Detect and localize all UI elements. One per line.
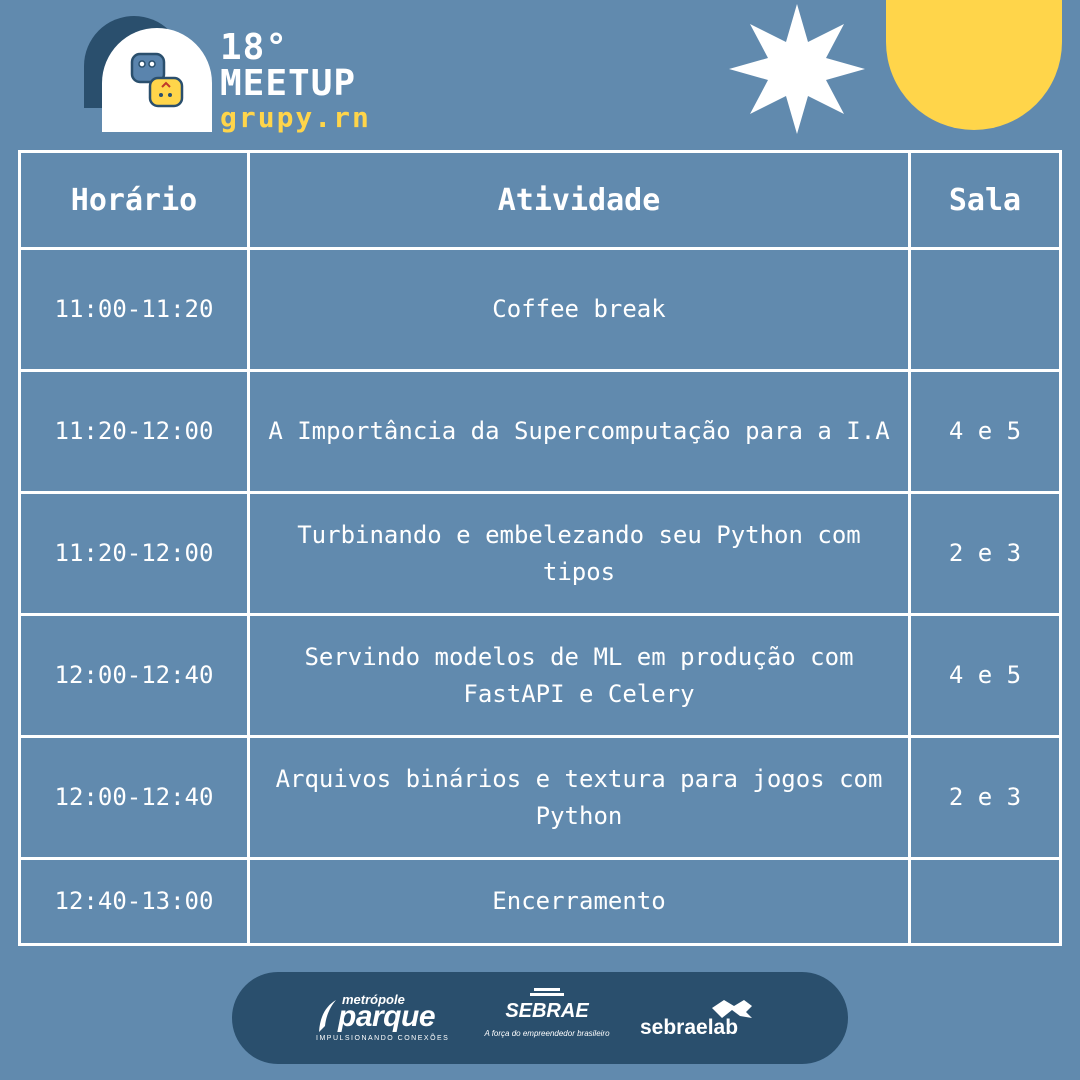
starburst-icon	[729, 4, 865, 134]
cell-activity: A Importância da Supercomputação para a …	[247, 369, 911, 494]
table-row: 11:20-12:00 A Importância da Supercomput…	[18, 369, 1062, 494]
event-title: 18° MEETUP grupy.rn	[220, 30, 371, 132]
parque-logo-main: parque	[338, 1000, 436, 1033]
python-logo-icon	[130, 52, 184, 108]
cell-activity: Encerramento	[247, 857, 911, 946]
schedule-table: Horário Atividade Sala 11:00-11:20 Coffe…	[18, 150, 1062, 946]
cell-room: 2 e 3	[908, 735, 1062, 860]
cell-time: 11:20-12:00	[18, 491, 250, 616]
cell-room: 4 e 5	[908, 369, 1062, 494]
cell-time: 12:00-12:40	[18, 735, 250, 860]
cell-time: 11:20-12:00	[18, 369, 250, 494]
table-header-row: Horário Atividade Sala	[18, 150, 1062, 250]
cell-activity: Servindo modelos de ML em produção com F…	[247, 613, 911, 738]
cell-room: 4 e 5	[908, 613, 1062, 738]
cell-room	[908, 247, 1062, 372]
sebrae-logo-tagline: A força do empreendedor brasileiro	[484, 1029, 610, 1038]
cell-time: 12:40-13:00	[18, 857, 250, 946]
cell-activity: Turbinando e embelezando seu Python com …	[247, 491, 911, 616]
table-row: 11:20-12:00 Turbinando e embelezando seu…	[18, 491, 1062, 616]
sebrae-logo-main: SEBRAE	[505, 1000, 589, 1022]
sebrae-bars-icon	[530, 988, 564, 996]
cell-room	[908, 857, 1062, 946]
rocket-icon	[319, 1000, 336, 1032]
column-header-activity: Atividade	[247, 150, 911, 250]
event-edition: 18°	[220, 27, 289, 68]
sebraelab-logo-main: sebraelab	[640, 1016, 739, 1039]
sebrae-logo: SEBRAE A força do empreendedor brasileir…	[482, 988, 612, 1048]
event-group: grupy.rn	[220, 101, 371, 134]
table-row: 12:00-12:40 Servindo modelos de ML em pr…	[18, 613, 1062, 738]
cell-room: 2 e 3	[908, 491, 1062, 616]
sponsors-bar: metrópole parque IMPULSIONANDO CONEXÕES …	[232, 972, 848, 1064]
logo-badge	[102, 28, 212, 132]
yellow-arch-shape	[886, 0, 1062, 130]
cell-time: 12:00-12:40	[18, 613, 250, 738]
table-row: 12:00-12:40 Arquivos binários e textura …	[18, 735, 1062, 860]
table-row: 12:40-13:00 Encerramento	[18, 857, 1062, 946]
cell-activity: Arquivos binários e textura para jogos c…	[247, 735, 911, 860]
cell-time: 11:00-11:20	[18, 247, 250, 372]
table-row: 11:00-11:20 Coffee break	[18, 247, 1062, 372]
event-name: MEETUP	[220, 63, 357, 104]
sebraelab-logo: sebraelab	[638, 998, 768, 1048]
cell-activity: Coffee break	[247, 247, 911, 372]
parque-logo-tagline: IMPULSIONANDO CONEXÕES	[316, 1035, 450, 1042]
column-header-time: Horário	[18, 150, 250, 250]
column-header-room: Sala	[908, 150, 1062, 250]
metropole-parque-logo: metrópole parque IMPULSIONANDO CONEXÕES	[316, 992, 456, 1046]
